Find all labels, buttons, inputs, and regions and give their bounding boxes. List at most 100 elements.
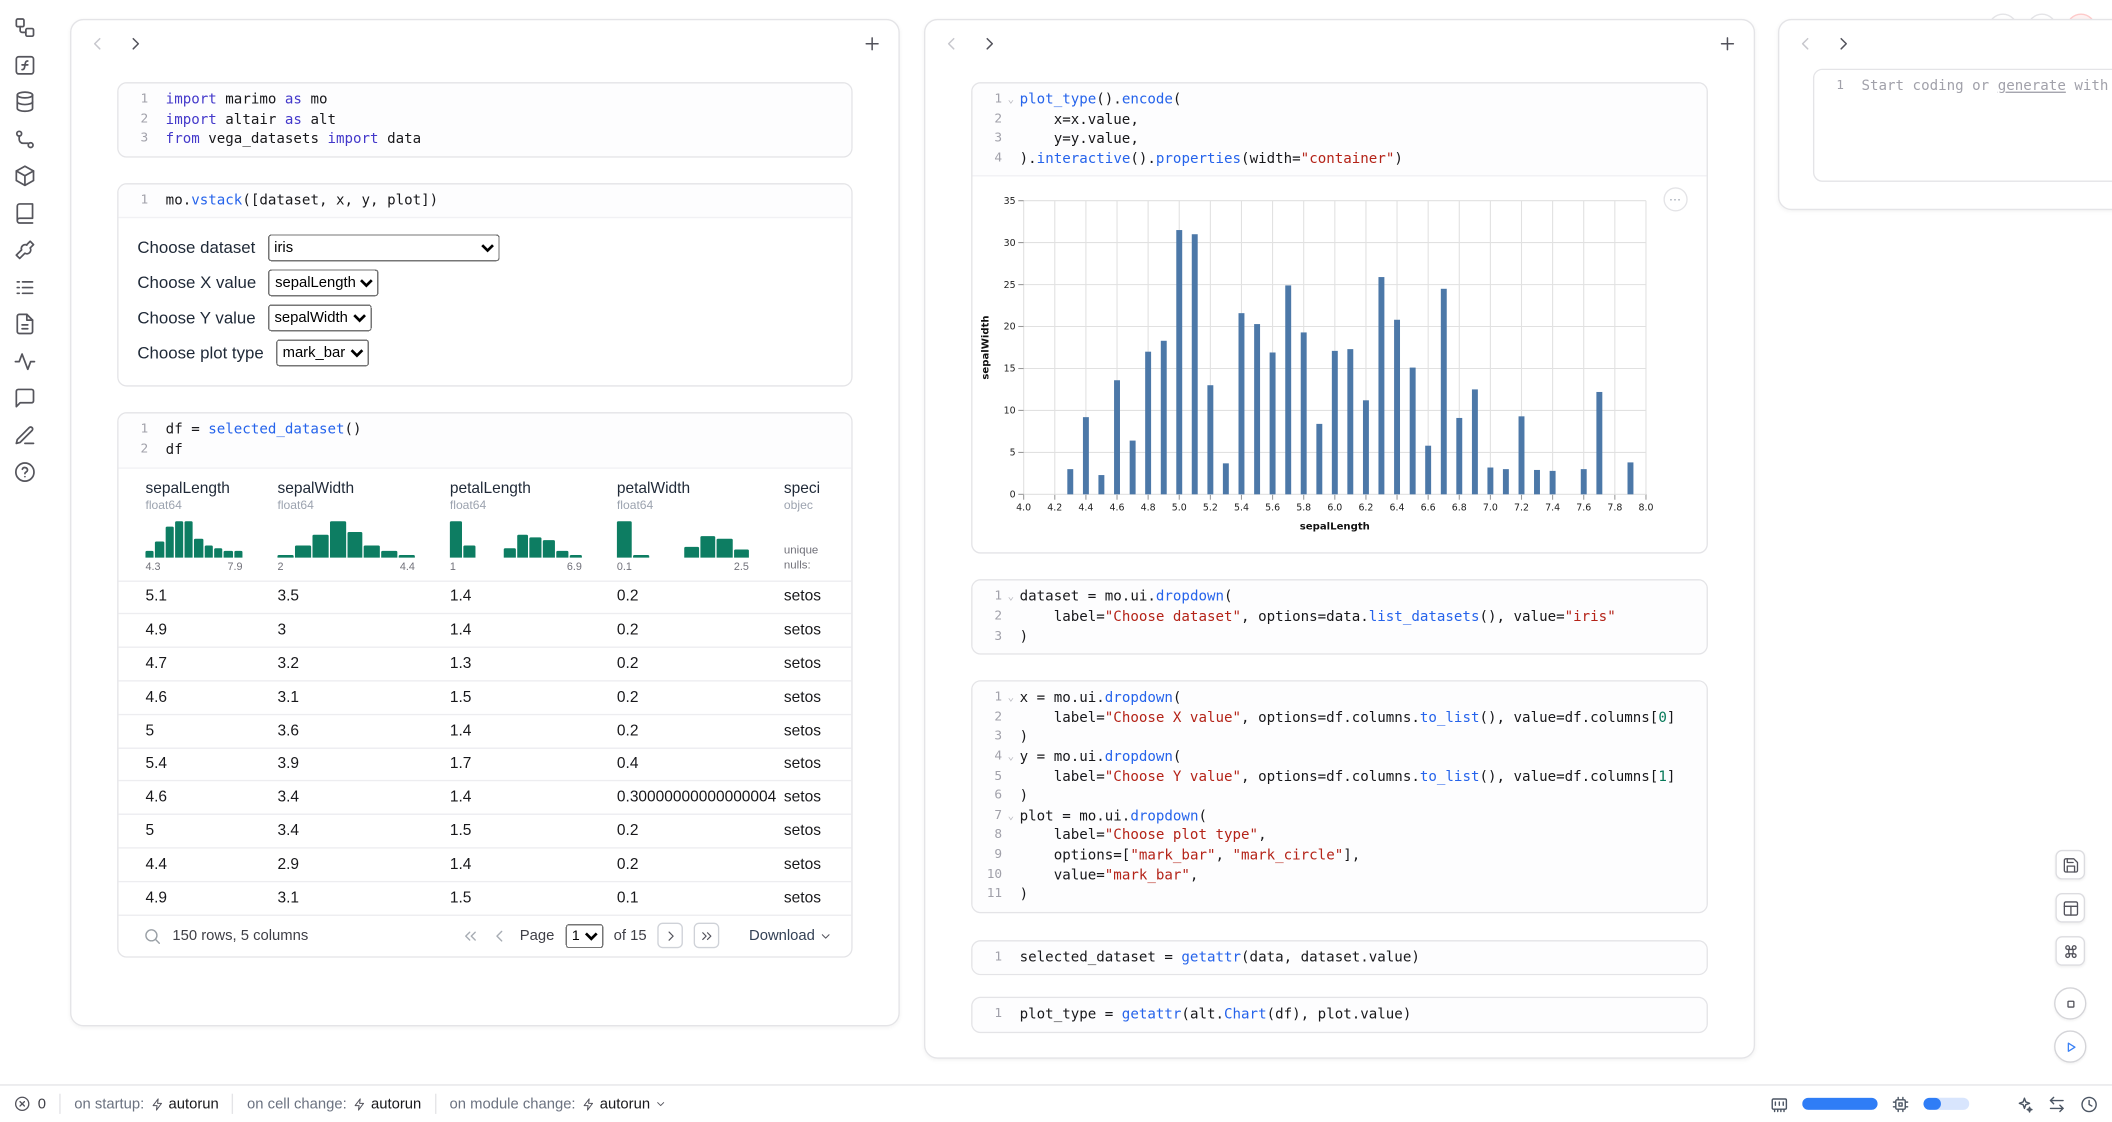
outline-button[interactable] xyxy=(13,275,36,298)
prev-page-button[interactable] xyxy=(490,926,509,945)
table-row[interactable]: 5.43.91.70.4setos xyxy=(119,747,852,780)
tools-button[interactable] xyxy=(13,238,36,261)
code-cell-selected-dataset[interactable]: 1selected_dataset = getattr(data, datase… xyxy=(971,940,1708,976)
fold-caret-icon[interactable]: ⌄ xyxy=(1002,90,1020,110)
add-cell-button[interactable] xyxy=(862,33,882,53)
swap-icon[interactable] xyxy=(2047,1094,2066,1113)
plot-type-select[interactable]: mark_bar xyxy=(276,340,369,367)
snippets-button[interactable] xyxy=(13,424,36,447)
table-cell: 3.1 xyxy=(277,689,449,705)
table-row[interactable]: 4.931.40.2setos xyxy=(119,613,852,646)
fold-caret-icon[interactable]: ⌄ xyxy=(1002,688,1020,708)
empty-code-cell[interactable]: 1 Start coding or generate with AI xyxy=(1813,69,2112,182)
column-header[interactable]: sepalWidthfloat64 xyxy=(277,480,449,511)
table-row[interactable]: 4.73.21.30.2setos xyxy=(119,647,852,680)
code-cell-xy-plot-dropdowns[interactable]: 1⌄x = mo.ui.dropdown(2 label="Choose X v… xyxy=(971,680,1708,912)
runtime-config-on-cell-change[interactable]: on cell change:autorun xyxy=(247,1096,421,1112)
code-cell-imports[interactable]: 1import marimo as mo2import altair as al… xyxy=(117,82,852,157)
control-row: Choose plot typemark_bar xyxy=(137,340,832,367)
table-row[interactable]: 53.61.40.2setos xyxy=(119,714,852,747)
docs-button[interactable] xyxy=(13,201,36,224)
column-header[interactable]: sepalLengthfloat64 xyxy=(119,480,278,511)
search-icon[interactable] xyxy=(143,926,162,945)
code-cell-dataset-dropdown[interactable]: 1⌄dataset = mo.ui.dropdown(2 label="Choo… xyxy=(971,580,1708,655)
fold-caret-icon[interactable]: ⌄ xyxy=(1002,588,1020,608)
file-tree-button[interactable] xyxy=(13,16,36,39)
table-cell: 0.1 xyxy=(617,890,784,906)
first-page-button[interactable] xyxy=(461,926,480,945)
table-cell: 3.6 xyxy=(277,723,449,739)
layout-button[interactable] xyxy=(2055,893,2085,923)
code-line: 6) xyxy=(972,787,1706,807)
errors-indicator[interactable]: 0 xyxy=(13,1095,45,1113)
dataset-select[interactable]: iris xyxy=(267,235,499,262)
control-row: Choose Y valuesepalWidth xyxy=(137,305,832,332)
column-forward-button[interactable] xyxy=(979,33,999,53)
svg-text:0: 0 xyxy=(1010,490,1016,501)
packages-button[interactable] xyxy=(13,164,36,187)
column-forward-button[interactable] xyxy=(1833,33,1853,53)
table-cell: setos xyxy=(784,790,851,806)
table-row[interactable]: 5.13.51.40.2setos xyxy=(119,580,852,613)
cell-placeholder[interactable]: Start coding or generate with AI xyxy=(1861,77,2112,97)
cpu-meter xyxy=(1923,1098,1969,1110)
tracing-button[interactable] xyxy=(13,350,36,373)
table-row[interactable]: 4.42.91.40.2setos xyxy=(119,847,852,880)
column-back-button[interactable] xyxy=(1795,33,1815,53)
y-value-select[interactable]: sepalWidth xyxy=(268,305,372,332)
table-row[interactable]: 53.41.50.2setos xyxy=(119,814,852,847)
command-palette-button[interactable] xyxy=(2055,936,2085,966)
app-root: 1import marimo as mo2import altair as al… xyxy=(0,0,2112,1122)
page-select[interactable]: 1 xyxy=(565,923,603,947)
zap-icon xyxy=(151,1097,164,1110)
code-cell-vstack[interactable]: 1mo.vstack([dataset, x, y, plot]) Choose… xyxy=(117,183,852,387)
runtime-config-on-startup[interactable]: on startup:autorun xyxy=(74,1096,219,1112)
svg-text:30: 30 xyxy=(1004,238,1016,249)
column-forward-button[interactable] xyxy=(125,33,145,53)
packages-icon xyxy=(13,164,36,187)
column-header[interactable]: speciobjec xyxy=(784,480,851,511)
runtime-config-on-module-change[interactable]: on module change:autorun xyxy=(450,1096,667,1112)
cpu-icon[interactable] xyxy=(1891,1094,1910,1113)
run-all-button[interactable] xyxy=(2054,1030,2086,1062)
download-button[interactable]: Download xyxy=(749,927,832,943)
functions-icon xyxy=(13,53,36,76)
stop-kernel-button[interactable] xyxy=(2054,987,2086,1019)
ai-sparkle-icon[interactable] xyxy=(2015,1094,2034,1113)
column-back-button[interactable] xyxy=(88,33,108,53)
table-row[interactable]: 4.93.11.50.1setos xyxy=(119,881,852,914)
column-header[interactable]: petalWidthfloat64 xyxy=(617,480,784,511)
altair-chart[interactable]: 4.04.24.44.64.85.05.25.45.65.86.06.26.46… xyxy=(978,190,1707,547)
next-page-button[interactable] xyxy=(657,923,683,949)
history-icon[interactable] xyxy=(2080,1094,2099,1113)
command-icon xyxy=(2061,942,2079,960)
code-line: 3from vega_datasets import data xyxy=(119,130,852,150)
code-cell-plot-type[interactable]: 1plot_type = getattr(alt.Chart(df), plot… xyxy=(971,997,1708,1033)
table-cell: setos xyxy=(784,589,851,605)
last-page-button[interactable] xyxy=(694,923,720,949)
data-sources-button[interactable] xyxy=(13,90,36,113)
code-cell-plot[interactable]: 1⌄plot_type().encode(2 x=x.value,3 y=y.v… xyxy=(971,82,1708,554)
fold-caret-icon[interactable]: ⌄ xyxy=(1002,806,1020,826)
layout-icon xyxy=(2061,899,2079,917)
code-cell-dataframe[interactable]: 1df = selected_dataset()2df sepalLengthf… xyxy=(117,413,852,957)
tracing-icon xyxy=(13,350,36,373)
table-row[interactable]: 4.63.41.40.30000000000000004setos xyxy=(119,780,852,813)
dependencies-button[interactable] xyxy=(13,127,36,150)
table-row[interactable]: 4.63.11.50.2setos xyxy=(119,680,852,713)
code-line: 5 label="Choose Y value", options=df.col… xyxy=(972,767,1706,787)
help-button[interactable] xyxy=(13,461,36,484)
table-cell: 3.9 xyxy=(277,756,449,772)
x-value-select[interactable]: sepalLength xyxy=(268,270,378,297)
add-cell-button[interactable] xyxy=(1717,33,1737,53)
column-back-button[interactable] xyxy=(942,33,962,53)
column-header[interactable]: petalLengthfloat64 xyxy=(450,480,617,511)
functions-button[interactable] xyxy=(13,53,36,76)
table-cell: 0.4 xyxy=(617,756,784,772)
scratchpad-button[interactable] xyxy=(13,312,36,335)
table-cell: 5.1 xyxy=(119,589,278,605)
chat-button[interactable] xyxy=(13,387,36,410)
save-button[interactable] xyxy=(2055,850,2085,880)
fold-caret-icon[interactable]: ⌄ xyxy=(1002,747,1020,767)
memory-icon[interactable] xyxy=(1770,1094,1789,1113)
